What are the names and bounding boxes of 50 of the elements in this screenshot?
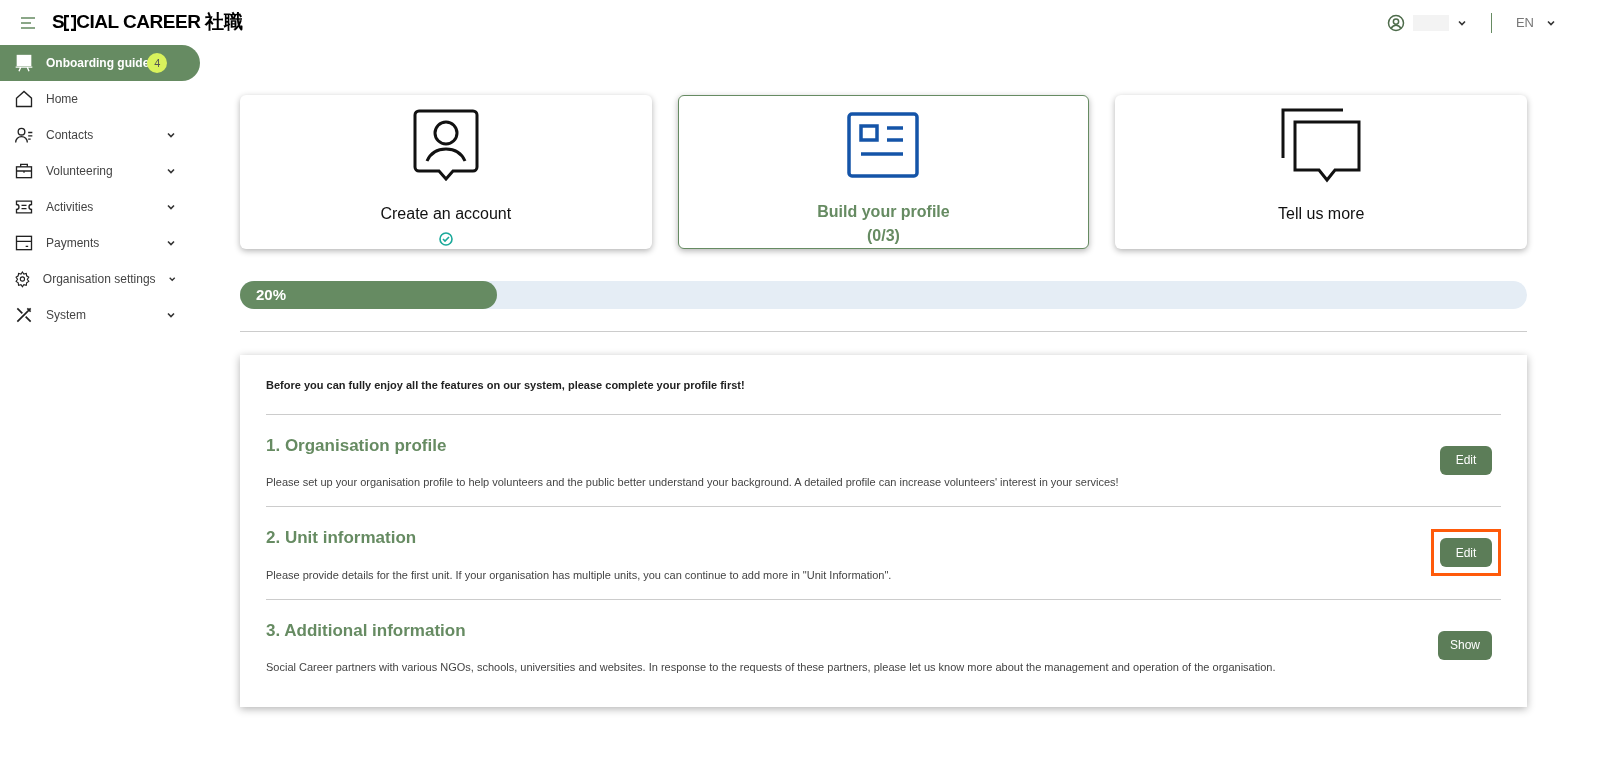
profile-card-icon xyxy=(847,112,920,178)
sidebar-item[interactable]: Volunteering xyxy=(0,153,200,189)
chat-bubbles-icon xyxy=(1281,108,1362,184)
step-count: (0/3) xyxy=(867,226,900,246)
chevron-down-icon xyxy=(166,238,176,248)
section-text: Please provide details for the first unit. If your organisation has multiple units, you can continue to add more in "Unit Information". xyxy=(266,567,893,583)
sidebar-item[interactable]: System xyxy=(0,297,200,333)
sidebar-item[interactable]: Activities xyxy=(0,189,200,225)
sidebar-item[interactable]: Onboarding guide 4 xyxy=(0,45,200,81)
section-title: 1. Organisation profile xyxy=(266,434,448,457)
step-card[interactable]: Tell us more xyxy=(1115,95,1527,249)
sidebar-item[interactable]: Organisation settings xyxy=(0,261,200,297)
logo-text: CIAL CAREER 社職 xyxy=(76,10,243,35)
section-text: Please set up your organisation profile to help volunteers and the public better understand your background. A detailed profile can increase volunteers' interest in your services! xyxy=(266,475,1120,490)
sidebar-item[interactable]: Payments xyxy=(0,225,200,261)
tools-icon xyxy=(14,305,34,325)
step-card[interactable]: Build your profile (0/3) xyxy=(677,95,1090,249)
chevron-down-icon xyxy=(166,166,176,176)
logo-bracket-icon xyxy=(64,14,77,31)
user-circle-icon xyxy=(1386,13,1405,32)
wallet-icon xyxy=(14,233,34,253)
user-menu[interactable] xyxy=(1386,13,1467,32)
step-card[interactable]: Create an account xyxy=(240,95,652,249)
logo-text: S xyxy=(52,10,65,35)
person-speech-icon xyxy=(412,109,479,183)
step-title: Create an account xyxy=(380,204,512,224)
briefcase-icon xyxy=(14,161,34,181)
settings-icon xyxy=(14,269,31,289)
section-button[interactable]: Edit xyxy=(1440,538,1492,568)
chevron-down-icon xyxy=(167,274,176,284)
section-title: 2. Unit information xyxy=(266,527,418,549)
sidebar-item[interactable]: Home xyxy=(0,81,200,117)
section-title: 3. Additional information xyxy=(266,619,467,642)
count-badge: 4 xyxy=(147,53,168,73)
intro-text: Before you can fully enjoy all the features on our system, please complete your profile first! xyxy=(266,377,1501,415)
language-select[interactable]: EN xyxy=(1515,12,1556,33)
section-button[interactable]: Show xyxy=(1437,630,1492,660)
section-text: Social Career partners with various NGOs, schools, universities and websites. In response to the requests of these partners, please let us know more about the management and operation of the organisation. xyxy=(266,660,1277,675)
step-title: Tell us more xyxy=(1278,204,1365,224)
progress-reading: 20% xyxy=(256,284,287,305)
step-title: Build your profile xyxy=(817,202,950,222)
sidebar-item[interactable]: Contacts xyxy=(0,117,200,153)
chevron-down-icon xyxy=(166,130,176,140)
chevron-down-icon xyxy=(166,202,176,212)
person-list-icon xyxy=(14,125,34,145)
home-icon xyxy=(14,89,34,109)
section-button[interactable]: Edit xyxy=(1440,445,1492,475)
menu-icon[interactable] xyxy=(20,15,36,30)
monitor-icon xyxy=(14,53,34,73)
chevron-down-icon xyxy=(166,310,176,320)
